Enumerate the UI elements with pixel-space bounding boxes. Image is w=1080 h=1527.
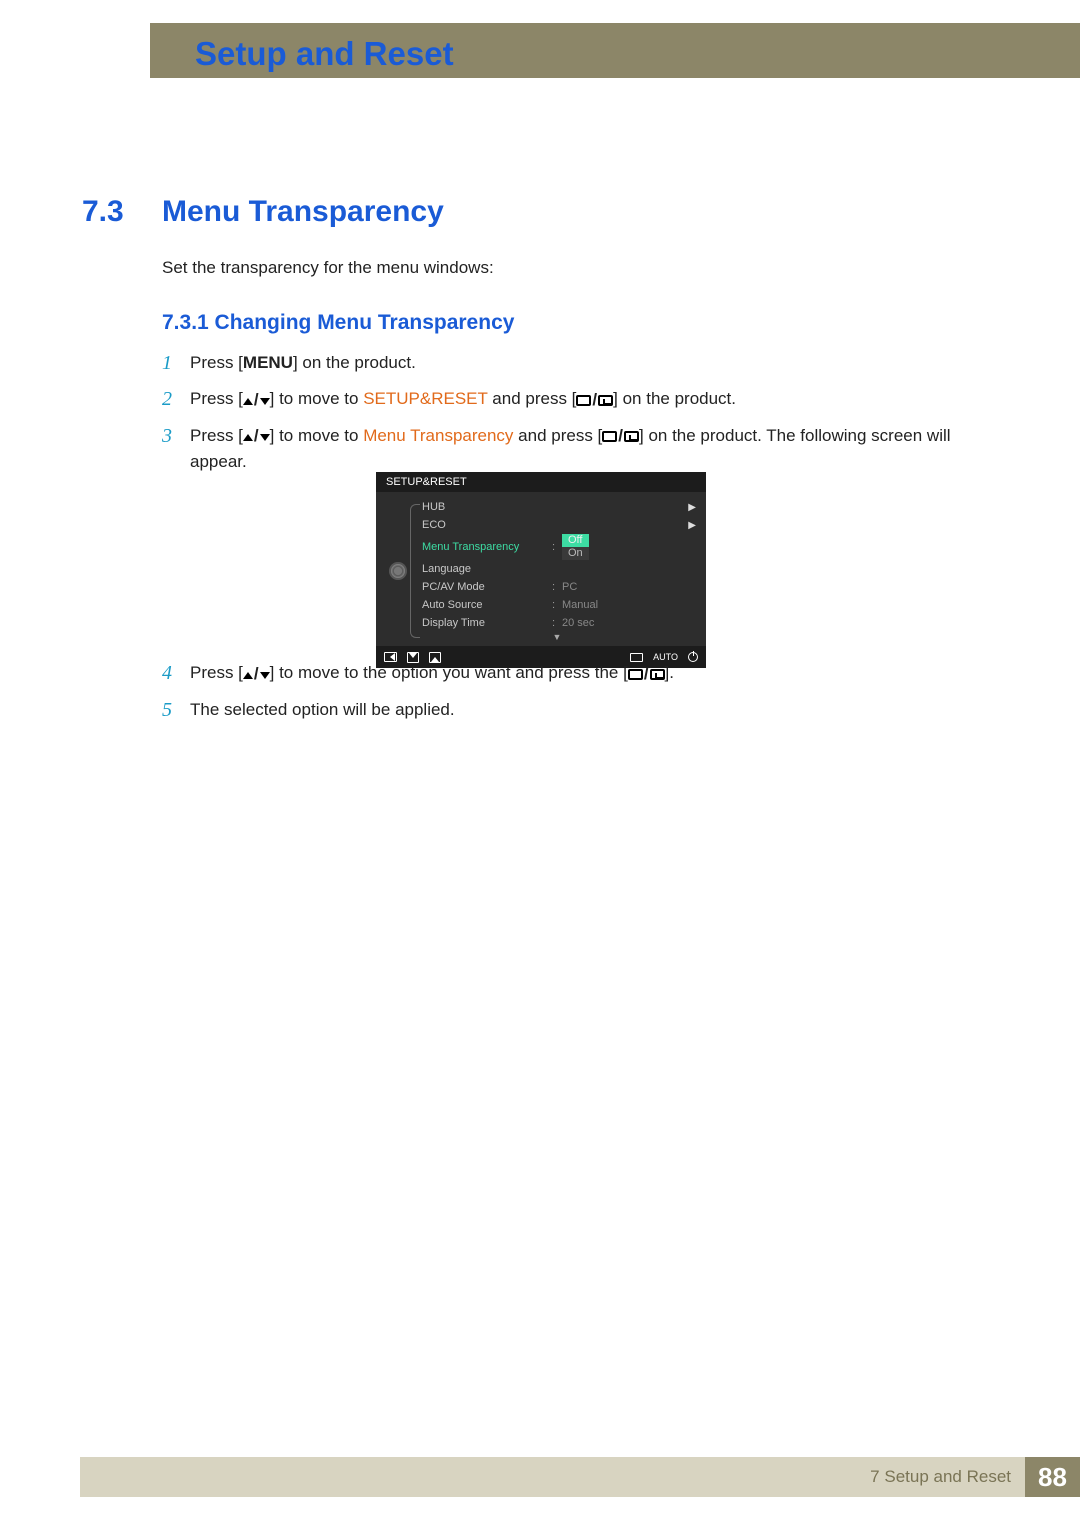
step-2: 2 Press [/] to move to SETUP&RESET and p… (162, 386, 1000, 413)
step-body: Press [MENU] on the product. (190, 350, 1000, 376)
osd-label: HUB (422, 501, 552, 513)
step-number: 3 (162, 423, 190, 449)
step-body: The selected option will be applied. (190, 697, 1000, 723)
osd-scroll-down-icon: ▼ (416, 632, 698, 644)
source-enter-icon: / (602, 423, 639, 449)
header-tab (80, 23, 150, 78)
chevron-right-icon: ▶ (688, 520, 698, 531)
step-body: Press [/] to move to SETUP&RESET and pre… (190, 386, 1000, 413)
osd-colon: : (552, 617, 562, 629)
step-number: 4 (162, 660, 190, 686)
section-title: Menu Transparency (162, 195, 444, 229)
osd-row-menu-transparency: Menu Transparency : Off On (416, 534, 698, 560)
step-number: 5 (162, 697, 190, 723)
osd-figure: SETUP&RESET HUB ▶ ECO ▶ Menu Transparenc… (376, 472, 706, 668)
osd-label: PC/AV Mode (422, 581, 552, 593)
steps-lower: 4 Press [/] to move to the option you wa… (162, 660, 1000, 733)
osd-rows: HUB ▶ ECO ▶ Menu Transparency : Off On L (416, 498, 698, 644)
up-down-arrows-icon: / (243, 387, 270, 413)
osd-title: SETUP&RESET (376, 472, 706, 492)
osd-value: Manual (562, 599, 598, 611)
chapter-title: Setup and Reset (195, 35, 454, 73)
step-number: 2 (162, 386, 190, 412)
text: ] to move to (270, 389, 364, 408)
osd-window: SETUP&RESET HUB ▶ ECO ▶ Menu Transparenc… (376, 472, 706, 668)
osd-options: Off On (562, 534, 589, 560)
osd-row-auto-source: Auto Source : Manual (416, 596, 698, 614)
osd-body: HUB ▶ ECO ▶ Menu Transparency : Off On L (376, 492, 706, 646)
step-number: 1 (162, 350, 190, 376)
osd-label: Auto Source (422, 599, 552, 611)
osd-label: ECO (422, 519, 552, 531)
text: Press [ (190, 389, 243, 408)
osd-side-bracket (410, 504, 420, 638)
up-down-arrows-icon: / (243, 423, 270, 449)
source-enter-icon: / (628, 661, 665, 687)
section-number: 7.3 (82, 195, 124, 229)
footer-bar: 7 Setup and Reset 88 (80, 1457, 1080, 1497)
chevron-right-icon: ▶ (688, 502, 698, 513)
step-body: Press [/] to move to the option you want… (190, 660, 1000, 687)
osd-option-off: Off (562, 534, 589, 547)
osd-label-active: Menu Transparency (422, 541, 552, 553)
setup-reset-term: SETUP&RESET (363, 389, 487, 408)
text: Press [ (190, 663, 243, 682)
subsection-title: 7.3.1 Changing Menu Transparency (162, 311, 514, 335)
step-body: Press [/] to move to Menu Transparency a… (190, 423, 1000, 476)
step-1: 1 Press [MENU] on the product. (162, 350, 1000, 376)
osd-row-hub: HUB ▶ (416, 498, 698, 516)
footer-page-number: 88 (1025, 1457, 1080, 1497)
osd-row-eco: ECO ▶ (416, 516, 698, 534)
text: ] on the product. (293, 353, 416, 372)
text: Press [ (190, 353, 243, 372)
osd-option-on: On (562, 547, 589, 560)
text: ] on the product. (613, 389, 736, 408)
text: ]. (665, 663, 674, 682)
section-intro: Set the transparency for the menu window… (162, 258, 494, 278)
osd-colon: : (552, 541, 562, 553)
step-4: 4 Press [/] to move to the option you wa… (162, 660, 1000, 687)
osd-value: PC (562, 581, 577, 593)
source-enter-icon: / (576, 387, 613, 413)
osd-side (380, 498, 416, 644)
osd-colon: : (552, 581, 562, 593)
gear-icon (389, 562, 407, 580)
up-down-arrows-icon: / (243, 661, 270, 687)
osd-value: 20 sec (562, 617, 594, 629)
osd-colon: : (552, 599, 562, 611)
steps-upper: 1 Press [MENU] on the product. 2 Press [… (162, 350, 1000, 485)
footer-chapter: 7 Setup and Reset (870, 1467, 1025, 1487)
text: and press [ (488, 389, 577, 408)
osd-label: Display Time (422, 617, 552, 629)
text: ] to move to the option you want and pre… (270, 663, 628, 682)
osd-label: Language (422, 563, 552, 575)
step-3: 3 Press [/] to move to Menu Transparency… (162, 423, 1000, 476)
osd-row-pcav: PC/AV Mode : PC (416, 578, 698, 596)
step-5: 5 The selected option will be applied. (162, 697, 1000, 723)
osd-row-language: Language (416, 560, 698, 578)
menu-transparency-term: Menu Transparency (363, 426, 513, 445)
text: and press [ (513, 426, 602, 445)
osd-row-display-time: Display Time : 20 sec (416, 614, 698, 632)
text: Press [ (190, 426, 243, 445)
menu-button-label: MENU (243, 353, 293, 372)
text: ] to move to (270, 426, 364, 445)
